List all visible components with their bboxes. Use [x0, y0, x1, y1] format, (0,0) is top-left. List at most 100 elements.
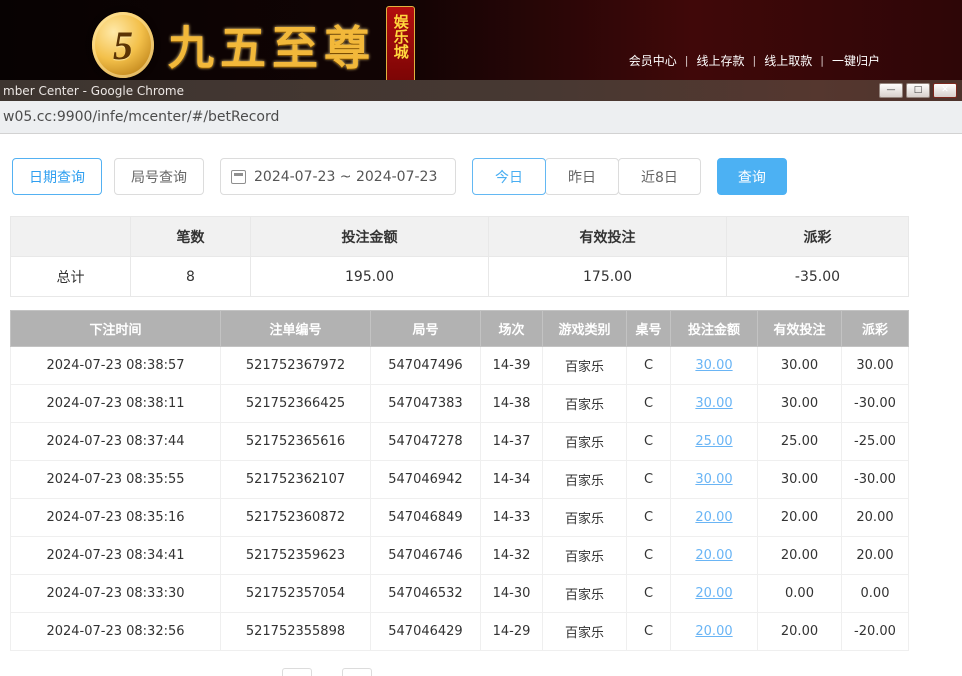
game-type-cell: 百家乐: [543, 575, 627, 613]
payout-cell: 20.00: [842, 537, 909, 575]
summary-payout: -35.00: [727, 257, 909, 297]
nav-separator: |: [685, 54, 689, 67]
col-game-type: 游戏类别: [543, 311, 627, 347]
bet-amount-cell: 20.00: [671, 575, 758, 613]
address-bar[interactable]: w05.cc:9900/infe/mcenter/#/betRecord: [0, 101, 962, 134]
payout-cell: -25.00: [842, 423, 909, 461]
table-no-cell: C: [627, 499, 671, 537]
date-range-value: 2024-07-23 ~ 2024-07-23: [254, 169, 437, 185]
round-query-tab[interactable]: 局号查询: [114, 158, 204, 195]
bet-amount-link[interactable]: 20.00: [695, 586, 732, 601]
date-range-input[interactable]: 2024-07-23 ~ 2024-07-23: [220, 158, 456, 195]
top-nav: 会员中心 | 线上存款 | 线上取款 | 一键归户: [629, 52, 880, 69]
filter-toolbar: 日期查询 局号查询 2024-07-23 ~ 2024-07-23 今日 昨日 …: [12, 158, 787, 195]
bet-amount-cell: 20.00: [671, 499, 758, 537]
nav-online-withdraw[interactable]: 线上取款: [764, 52, 812, 69]
order-no-cell: 521752366425: [221, 385, 371, 423]
payout-cell: 20.00: [842, 499, 909, 537]
minimize-button[interactable]: —: [879, 83, 903, 98]
nav-separator: |: [753, 54, 757, 67]
session-cell: 14-33: [481, 499, 543, 537]
summary-bet: 195.00: [251, 257, 489, 297]
search-button[interactable]: 查询: [717, 158, 787, 195]
valid-bet-cell: 25.00: [758, 423, 842, 461]
nav-one-key-transfer[interactable]: 一键归户: [832, 52, 880, 69]
last-8-days-button[interactable]: 近8日: [618, 158, 701, 195]
window-title: mber Center - Google Chrome: [3, 84, 184, 98]
col-bet-time: 下注时间: [11, 311, 221, 347]
order-no-cell: 521752367972: [221, 347, 371, 385]
session-cell: 14-29: [481, 613, 543, 651]
bet-time-cell: 2024-07-23 08:32:56: [11, 613, 221, 651]
bet-amount-cell: 30.00: [671, 385, 758, 423]
session-cell: 14-39: [481, 347, 543, 385]
order-no-cell: 521752360872: [221, 499, 371, 537]
bet-time-cell: 2024-07-23 08:35:55: [11, 461, 221, 499]
payout-cell: -30.00: [842, 385, 909, 423]
nav-online-deposit[interactable]: 线上存款: [697, 52, 745, 69]
order-no-cell: 521752357054: [221, 575, 371, 613]
quick-range-group: 今日 昨日 近8日: [472, 158, 701, 195]
summary-header-row: 笔数 投注金额 有效投注 派彩: [11, 217, 909, 257]
bet-amount-link[interactable]: 30.00: [695, 358, 732, 373]
bet-amount-cell: 20.00: [671, 537, 758, 575]
table-no-cell: C: [627, 613, 671, 651]
game-type-cell: 百家乐: [543, 385, 627, 423]
col-bet-amount: 投注金额: [671, 311, 758, 347]
logo-badge: 娱乐城: [386, 6, 415, 84]
maximize-button[interactable]: □: [906, 83, 930, 98]
game-type-cell: 百家乐: [543, 613, 627, 651]
summary-header-blank: [11, 217, 131, 257]
round-no-cell: 547047496: [371, 347, 481, 385]
nav-member-center[interactable]: 会员中心: [629, 52, 677, 69]
bet-amount-cell: 30.00: [671, 461, 758, 499]
bet-amount-link[interactable]: 30.00: [695, 472, 732, 487]
round-no-cell: 547046429: [371, 613, 481, 651]
payout-cell: -20.00: [842, 613, 909, 651]
valid-bet-cell: 30.00: [758, 347, 842, 385]
order-no-cell: 521752355898: [221, 613, 371, 651]
bet-amount-link[interactable]: 20.00: [695, 624, 732, 639]
table-row: 2024-07-23 08:38:11521752366425547047383…: [11, 385, 909, 423]
bet-time-cell: 2024-07-23 08:34:41: [11, 537, 221, 575]
today-button[interactable]: 今日: [472, 158, 546, 195]
bet-table-body: 2024-07-23 08:38:57521752367972547047496…: [11, 347, 909, 651]
table-row: 2024-07-23 08:34:41521752359623547046746…: [11, 537, 909, 575]
bet-time-cell: 2024-07-23 08:37:44: [11, 423, 221, 461]
bet-amount-link[interactable]: 25.00: [695, 434, 732, 449]
close-button[interactable]: ✕: [933, 83, 957, 98]
payout-cell: 0.00: [842, 575, 909, 613]
pagination-button[interactable]: [342, 668, 372, 676]
table-no-cell: C: [627, 537, 671, 575]
valid-bet-cell: 20.00: [758, 537, 842, 575]
round-no-cell: 547047278: [371, 423, 481, 461]
logo-text: 九五至尊: [168, 12, 376, 78]
valid-bet-cell: 20.00: [758, 499, 842, 537]
col-session: 场次: [481, 311, 543, 347]
window-titlebar[interactable]: mber Center - Google Chrome — □ ✕: [0, 80, 962, 101]
bet-time-cell: 2024-07-23 08:38:57: [11, 347, 221, 385]
order-no-cell: 521752365616: [221, 423, 371, 461]
bet-time-cell: 2024-07-23 08:35:16: [11, 499, 221, 537]
table-no-cell: C: [627, 423, 671, 461]
bet-amount-cell: 30.00: [671, 347, 758, 385]
bet-amount-link[interactable]: 30.00: [695, 396, 732, 411]
table-row: 2024-07-23 08:32:56521752355898547046429…: [11, 613, 909, 651]
bet-amount-cell: 25.00: [671, 423, 758, 461]
payout-cell: -30.00: [842, 461, 909, 499]
summary-total-label: 总计: [11, 257, 131, 297]
date-query-tab[interactable]: 日期查询: [12, 158, 102, 195]
bet-amount-link[interactable]: 20.00: [695, 510, 732, 525]
game-type-cell: 百家乐: [543, 347, 627, 385]
calendar-icon: [231, 170, 246, 184]
session-cell: 14-37: [481, 423, 543, 461]
bet-record-page: 日期查询 局号查询 2024-07-23 ~ 2024-07-23 今日 昨日 …: [0, 134, 962, 676]
pagination-button[interactable]: [282, 668, 312, 676]
valid-bet-cell: 30.00: [758, 385, 842, 423]
yesterday-button[interactable]: 昨日: [545, 158, 619, 195]
bet-time-cell: 2024-07-23 08:38:11: [11, 385, 221, 423]
table-no-cell: C: [627, 575, 671, 613]
round-no-cell: 547046942: [371, 461, 481, 499]
bet-amount-cell: 20.00: [671, 613, 758, 651]
bet-amount-link[interactable]: 20.00: [695, 548, 732, 563]
